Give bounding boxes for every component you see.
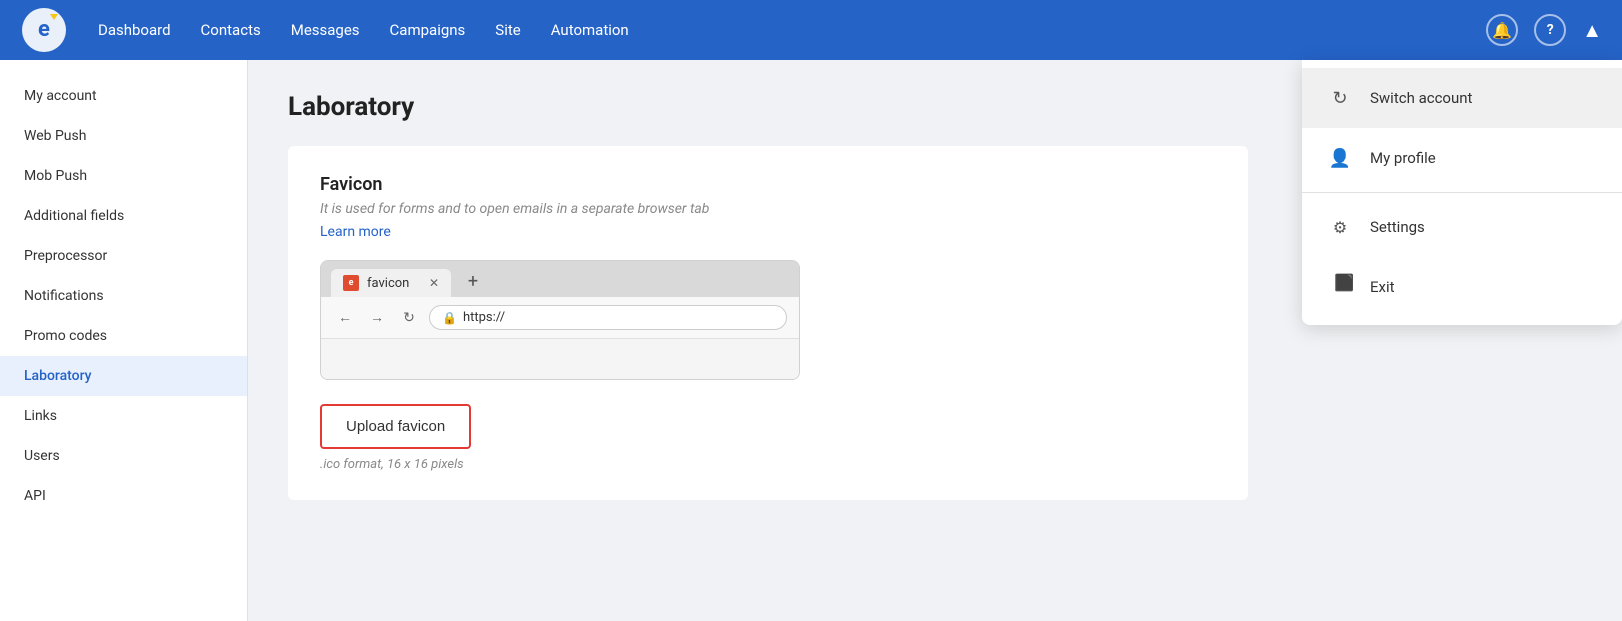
nav-site[interactable]: Site [495, 17, 520, 43]
nav-dashboard[interactable]: Dashboard [98, 17, 171, 43]
bell-icon: 🔔 [1492, 21, 1512, 40]
help-button[interactable]: ? [1534, 14, 1566, 46]
browser-tab: e favicon ✕ [331, 269, 451, 297]
browser-back-button[interactable]: ← [333, 306, 357, 330]
new-tab-button[interactable]: + [459, 267, 487, 295]
exit-icon: ⬛ [1326, 273, 1354, 301]
sidebar-item-notifications[interactable]: Notifications [0, 276, 247, 316]
sidebar-item-additional-fields[interactable]: Additional fields [0, 196, 247, 236]
url-bar[interactable]: 🔒 https:// [429, 305, 787, 330]
exit-label: Exit [1370, 278, 1395, 296]
upload-favicon-button[interactable]: Upload favicon [320, 404, 471, 449]
sidebar-item-mob-push[interactable]: Mob Push [0, 156, 247, 196]
dropdown-divider [1302, 192, 1622, 193]
settings-label: Settings [1370, 218, 1425, 236]
switch-account-label: Switch account [1370, 89, 1472, 107]
sidebar: My account Web Push Mob Push Additional … [0, 60, 248, 621]
browser-mockup: e favicon ✕ + ← → ↻ 🔒 https:// [320, 260, 800, 380]
topnav-right: 🔔 ? ▲ [1486, 14, 1602, 46]
browser-refresh-button[interactable]: ↻ [397, 306, 421, 330]
settings-icon: ⚙ [1326, 213, 1354, 241]
profile-icon: 👤 [1326, 144, 1354, 172]
favicon-section-title: Favicon [320, 174, 1216, 195]
sidebar-item-preprocessor[interactable]: Preprocessor [0, 236, 247, 276]
sidebar-item-links[interactable]: Links [0, 396, 247, 436]
favicon-card: Favicon It is used for forms and to open… [288, 146, 1248, 500]
svg-text:e: e [38, 17, 50, 42]
sidebar-item-laboratory[interactable]: Laboratory [0, 356, 247, 396]
sidebar-item-users[interactable]: Users [0, 436, 247, 476]
my-profile-label: My profile [1370, 149, 1436, 167]
notification-bell-button[interactable]: 🔔 [1486, 14, 1518, 46]
browser-content-area [321, 339, 799, 379]
url-text: https:// [463, 310, 505, 325]
learn-more-link[interactable]: Learn more [320, 224, 391, 240]
sidebar-item-api[interactable]: API [0, 476, 247, 516]
account-menu-button[interactable]: ▲ [1582, 18, 1602, 43]
dropdown-settings[interactable]: ⚙ Settings [1302, 197, 1622, 257]
nav-contacts[interactable]: Contacts [201, 17, 261, 43]
logo[interactable]: e [20, 6, 68, 54]
tab-favicon-icon: e [343, 275, 359, 291]
upload-hint: .ico format, 16 x 16 pixels [320, 457, 1216, 472]
browser-forward-button[interactable]: → [365, 306, 389, 330]
question-mark-icon: ? [1547, 22, 1554, 38]
nav-messages[interactable]: Messages [291, 17, 360, 43]
top-navigation: e Dashboard Contacts Messages Campaigns … [0, 0, 1622, 60]
tab-label: favicon [367, 276, 409, 291]
browser-tab-bar: e favicon ✕ + [321, 261, 799, 297]
dropdown-exit[interactable]: ⬛ Exit [1302, 257, 1622, 317]
sidebar-item-my-account[interactable]: My account [0, 76, 247, 116]
dropdown-switch-account[interactable]: ↻ Switch account [1302, 68, 1622, 128]
sidebar-item-web-push[interactable]: Web Push [0, 116, 247, 156]
nav-links: Dashboard Contacts Messages Campaigns Si… [98, 17, 1486, 43]
nav-campaigns[interactable]: Campaigns [390, 17, 466, 43]
sidebar-item-promo-codes[interactable]: Promo codes [0, 316, 247, 356]
favicon-description: It is used for forms and to open emails … [320, 201, 1216, 217]
lock-icon: 🔒 [442, 311, 457, 325]
dropdown-my-profile[interactable]: 👤 My profile [1302, 128, 1622, 188]
nav-automation[interactable]: Automation [551, 17, 629, 43]
upload-section: Upload favicon .ico format, 16 x 16 pixe… [320, 404, 1216, 472]
tab-close-button[interactable]: ✕ [429, 276, 439, 290]
browser-address-bar: ← → ↻ 🔒 https:// [321, 297, 799, 339]
switch-account-icon: ↻ [1326, 84, 1354, 112]
account-dropdown: ↻ Switch account 👤 My profile ⚙ Settings… [1302, 60, 1622, 325]
